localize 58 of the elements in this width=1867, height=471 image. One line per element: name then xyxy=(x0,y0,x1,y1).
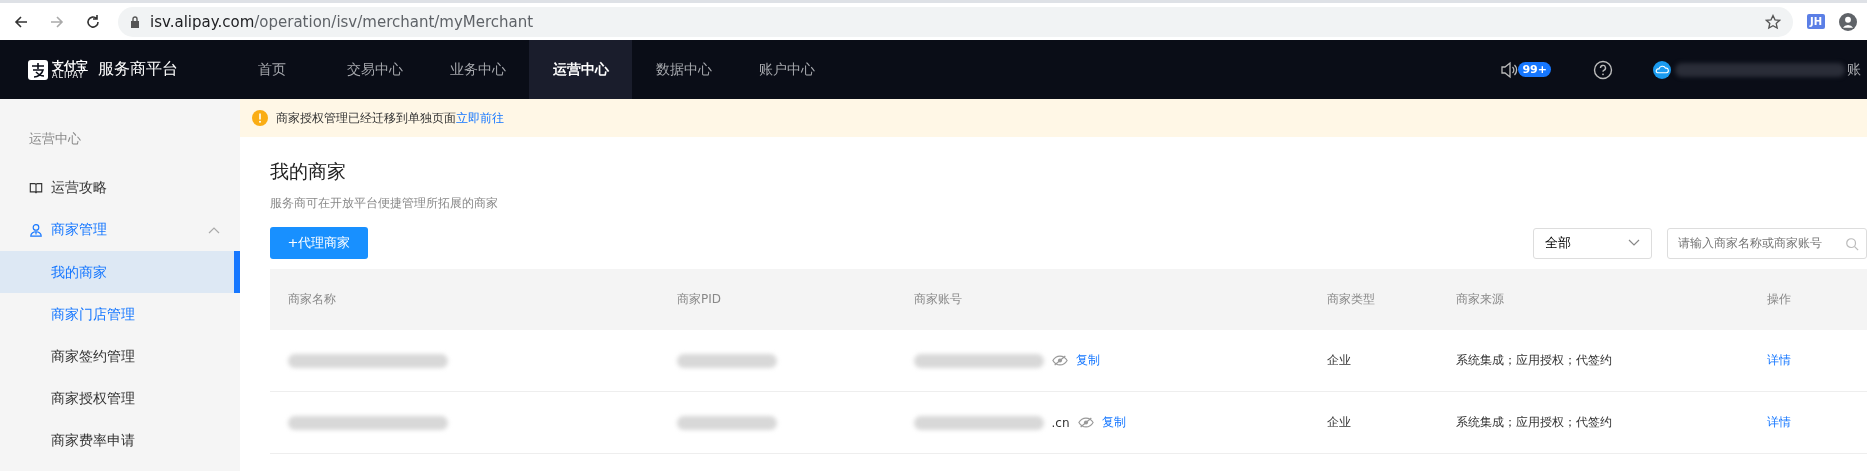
sidebar-subitem[interactable]: 商家费率申请 xyxy=(0,419,240,461)
table-cell-text: 系统集成；应用授权；代签约 xyxy=(1455,352,1614,369)
copy-link[interactable]: 复制 xyxy=(1101,414,1126,431)
nav-tab[interactable]: 运营中心 xyxy=(529,40,632,99)
table-cell-text: 系统集成；应用授权；代签约 xyxy=(1455,414,1614,431)
table-cell-text: 企业 xyxy=(1326,414,1353,431)
profile-icon[interactable] xyxy=(1839,12,1857,31)
sidebar-subitem[interactable]: 商家授权管理 xyxy=(0,377,240,419)
column-header: 操作 xyxy=(1765,291,1792,308)
sidebar-item[interactable]: 商家管理 xyxy=(0,209,240,251)
user-icon xyxy=(29,223,43,237)
sidebar-title: 运营中心 xyxy=(28,130,82,148)
alipay-logo-icon xyxy=(28,59,48,80)
back-icon[interactable] xyxy=(13,13,29,30)
details-link[interactable]: 详情 xyxy=(1766,414,1791,431)
column-header: 商家账号 xyxy=(912,291,963,308)
notification-badge: 99+ xyxy=(1518,62,1551,77)
sidebar-item[interactable]: 运营攻略 xyxy=(0,167,240,209)
logo-text: 支付宝 xyxy=(52,59,88,72)
platform-title: 服务商平台 xyxy=(98,59,178,80)
help-icon[interactable] xyxy=(1593,59,1613,80)
table-cell-text: 企业 xyxy=(1326,352,1353,369)
column-header: 商家类型 xyxy=(1326,291,1377,308)
nav-tab[interactable]: 交易中心 xyxy=(323,40,426,99)
address-bar[interactable]: isv.alipay.com/operation/isv/merchant/myMerchant xyxy=(118,6,1793,37)
type-filter-dropdown[interactable]: 全部 xyxy=(1533,227,1652,259)
logo-subtext: ALIPAY xyxy=(52,71,85,80)
column-header: 商家名称 xyxy=(287,291,337,308)
page-subtitle: 服务商可在开放平台便捷管理所拓展的商家 xyxy=(270,195,499,212)
avatar-icon[interactable] xyxy=(1653,60,1671,79)
nav-tab[interactable]: 账户中心 xyxy=(735,40,838,99)
account-label: 账 xyxy=(1847,60,1861,79)
account-text: .cn xyxy=(1051,415,1070,430)
search-field[interactable]: 请输入商家名称或商家账号 xyxy=(1667,227,1867,259)
lock-icon xyxy=(130,15,140,28)
nav-tab[interactable]: 首页 xyxy=(220,40,323,99)
eye-slash-icon[interactable] xyxy=(1077,417,1094,428)
warning-icon xyxy=(252,110,268,126)
copy-link[interactable]: 复制 xyxy=(1075,352,1100,369)
notice-text: 商家授权管理已经迁移到单独页面 xyxy=(276,109,456,127)
nav-tab[interactable]: 数据中心 xyxy=(632,40,735,99)
extension-badge[interactable]: JH xyxy=(1806,14,1825,29)
chevron-icon xyxy=(208,226,220,234)
column-header: 商家PID xyxy=(676,291,723,308)
eye-slash-icon[interactable] xyxy=(1051,355,1068,366)
notice-link[interactable]: 立即前往 xyxy=(456,109,504,127)
details-link[interactable]: 详情 xyxy=(1766,352,1791,369)
chevron-down-icon xyxy=(1628,239,1640,247)
reload-icon[interactable] xyxy=(85,13,101,30)
book-icon xyxy=(29,181,43,195)
column-header: 商家来源 xyxy=(1455,291,1506,308)
url-text: isv.alipay.com/operation/isv/merchant/myMerchant xyxy=(150,12,534,31)
speaker-icon[interactable] xyxy=(1500,60,1519,79)
sidebar-subitem[interactable]: 商家门店管理 xyxy=(0,293,240,335)
sidebar-subitem[interactable]: 商家签约管理 xyxy=(0,335,240,377)
nav-tab[interactable]: 业务中心 xyxy=(426,40,529,99)
page-title: 我的商家 xyxy=(270,159,347,184)
star-icon[interactable] xyxy=(1764,13,1781,30)
